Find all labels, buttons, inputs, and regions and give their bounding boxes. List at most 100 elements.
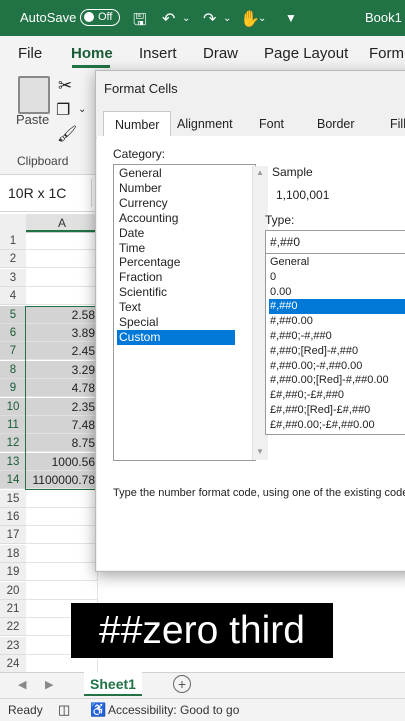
touch-mode-icon[interactable]: ✋: [240, 9, 260, 29]
tab-fill[interactable]: Fill: [390, 117, 405, 131]
cell-a[interactable]: [26, 489, 98, 508]
row-header[interactable]: 23: [0, 636, 26, 655]
category-item[interactable]: Accounting: [117, 211, 235, 226]
cell-a[interactable]: [26, 508, 98, 526]
format-list[interactable]: General 0 0.00 #,##0 #,##0.00 #,##0;-#,##0 #,#…: [265, 253, 405, 435]
tab-alignment[interactable]: Alignment: [177, 117, 233, 131]
cell-a[interactable]: 4.78: [26, 379, 98, 398]
format-item[interactable]: #,##0.00: [269, 314, 405, 329]
add-sheet-icon[interactable]: +: [173, 675, 191, 693]
cell-a[interactable]: 2.35: [26, 397, 98, 416]
tab-border[interactable]: Border: [317, 117, 355, 131]
tab-file[interactable]: File: [18, 45, 42, 62]
macro-recording-icon[interactable]: ◫: [58, 702, 70, 718]
copy-dropdown-icon[interactable]: ⌄: [78, 104, 86, 115]
copy-icon[interactable]: ❐: [56, 100, 70, 120]
row-header[interactable]: 17: [0, 526, 26, 545]
cell-a[interactable]: 7.48: [26, 416, 98, 434]
customize-toolbar-icon[interactable]: ▼: [285, 11, 297, 25]
type-input[interactable]: #,##0: [265, 230, 405, 254]
format-item[interactable]: £#,##0;[Red]-£#,##0: [269, 403, 405, 418]
row-header[interactable]: 6: [0, 324, 26, 342]
column-header-a[interactable]: A: [26, 214, 98, 232]
category-item[interactable]: General: [117, 166, 235, 181]
undo-dropdown-icon[interactable]: ⌄: [182, 13, 190, 24]
scroll-down-icon[interactable]: ▼: [256, 447, 264, 456]
paste-label[interactable]: Paste: [16, 112, 49, 127]
tab-home[interactable]: Home: [71, 45, 113, 62]
autosave-toggle[interactable]: Off: [80, 9, 120, 26]
format-item[interactable]: 0.00: [269, 285, 405, 300]
cell-a[interactable]: 3.29: [26, 360, 98, 379]
category-item[interactable]: Currency: [117, 196, 235, 211]
tab-font[interactable]: Font: [259, 117, 284, 131]
category-item[interactable]: Percentage: [117, 255, 235, 270]
cell-a[interactable]: [26, 287, 98, 306]
row-header[interactable]: 11: [0, 416, 26, 434]
undo-icon[interactable]: ↶: [162, 9, 175, 29]
category-item[interactable]: Scientific: [117, 285, 235, 300]
format-item[interactable]: 0: [269, 270, 405, 285]
cell-a[interactable]: [26, 250, 98, 269]
accessibility-icon[interactable]: ♿: [90, 702, 106, 718]
row-header[interactable]: 2: [0, 250, 26, 269]
format-item[interactable]: #,##0;-#,##0: [269, 329, 405, 344]
row-header[interactable]: 1: [0, 232, 26, 250]
category-item[interactable]: Special: [117, 315, 235, 330]
accessibility-status[interactable]: Accessibility: Good to go: [108, 703, 239, 717]
row-header[interactable]: 7: [0, 342, 26, 361]
name-box[interactable]: 10R x 1C: [0, 179, 92, 207]
format-item[interactable]: #,##0.00;-#,##0.00: [269, 359, 405, 374]
category-item[interactable]: Text: [117, 300, 235, 315]
redo-icon[interactable]: ↷: [203, 9, 216, 29]
row-header[interactable]: 10: [0, 397, 26, 416]
row-header[interactable]: 9: [0, 379, 26, 398]
row-header[interactable]: 21: [0, 600, 26, 618]
scroll-up-icon[interactable]: ▲: [256, 168, 264, 177]
category-list[interactable]: ▲ ▼ General Number Currency Accounting Date T…: [113, 164, 268, 461]
cell-a[interactable]: 2.58: [26, 305, 98, 324]
row-header[interactable]: 13: [0, 452, 26, 471]
category-item[interactable]: Number: [117, 181, 235, 196]
row-header[interactable]: 4: [0, 287, 26, 306]
cell-a[interactable]: 2.45: [26, 342, 98, 361]
cell-a[interactable]: [26, 268, 98, 287]
category-item[interactable]: Fraction: [117, 270, 235, 285]
row-header[interactable]: 22: [0, 618, 26, 637]
tab-formulas[interactable]: Formu: [369, 45, 405, 62]
sheet-tab-sheet1[interactable]: Sheet1: [84, 672, 142, 696]
format-item[interactable]: General: [269, 255, 405, 270]
tab-insert[interactable]: Insert: [139, 45, 177, 62]
tab-draw[interactable]: Draw: [203, 45, 238, 62]
cell-a[interactable]: 1100000.78: [26, 471, 98, 490]
format-item[interactable]: £#,##0.00;-£#,##0.00: [269, 418, 405, 433]
tab-page-layout[interactable]: Page Layout: [264, 45, 348, 62]
prev-sheet-icon[interactable]: ◀: [18, 678, 26, 691]
cell-a[interactable]: [26, 581, 98, 600]
row-header[interactable]: 5: [0, 305, 26, 324]
format-item[interactable]: #,##0;[Red]-#,##0: [269, 344, 405, 359]
row-header[interactable]: 12: [0, 434, 26, 453]
cell-a[interactable]: [26, 232, 98, 250]
save-icon[interactable]: 🖫: [133, 9, 147, 36]
tab-number[interactable]: Number: [103, 111, 172, 137]
row-header[interactable]: 8: [0, 360, 26, 379]
category-item[interactable]: Custom: [117, 329, 235, 345]
next-sheet-icon[interactable]: ▶: [45, 678, 53, 691]
touch-dropdown-icon[interactable]: ⌄: [258, 13, 266, 24]
format-painter-icon[interactable]: 🖌: [57, 124, 77, 144]
cut-icon[interactable]: ✂: [58, 76, 72, 96]
format-item[interactable]: £#,##0;-£#,##0: [269, 388, 405, 403]
row-header[interactable]: 3: [0, 268, 26, 287]
cell-a[interactable]: [26, 526, 98, 545]
format-item[interactable]: #,##0.00;[Red]-#,##0.00: [269, 373, 405, 388]
paste-icon[interactable]: [18, 76, 50, 114]
cell-a[interactable]: [26, 563, 98, 582]
row-header[interactable]: 19: [0, 563, 26, 582]
cell-a[interactable]: [26, 544, 98, 563]
row-header[interactable]: 18: [0, 544, 26, 563]
row-header[interactable]: 20: [0, 581, 26, 600]
row-header[interactable]: 16: [0, 508, 26, 526]
cell-a[interactable]: 3.89: [26, 324, 98, 342]
cell-a[interactable]: 1000.56: [26, 452, 98, 471]
